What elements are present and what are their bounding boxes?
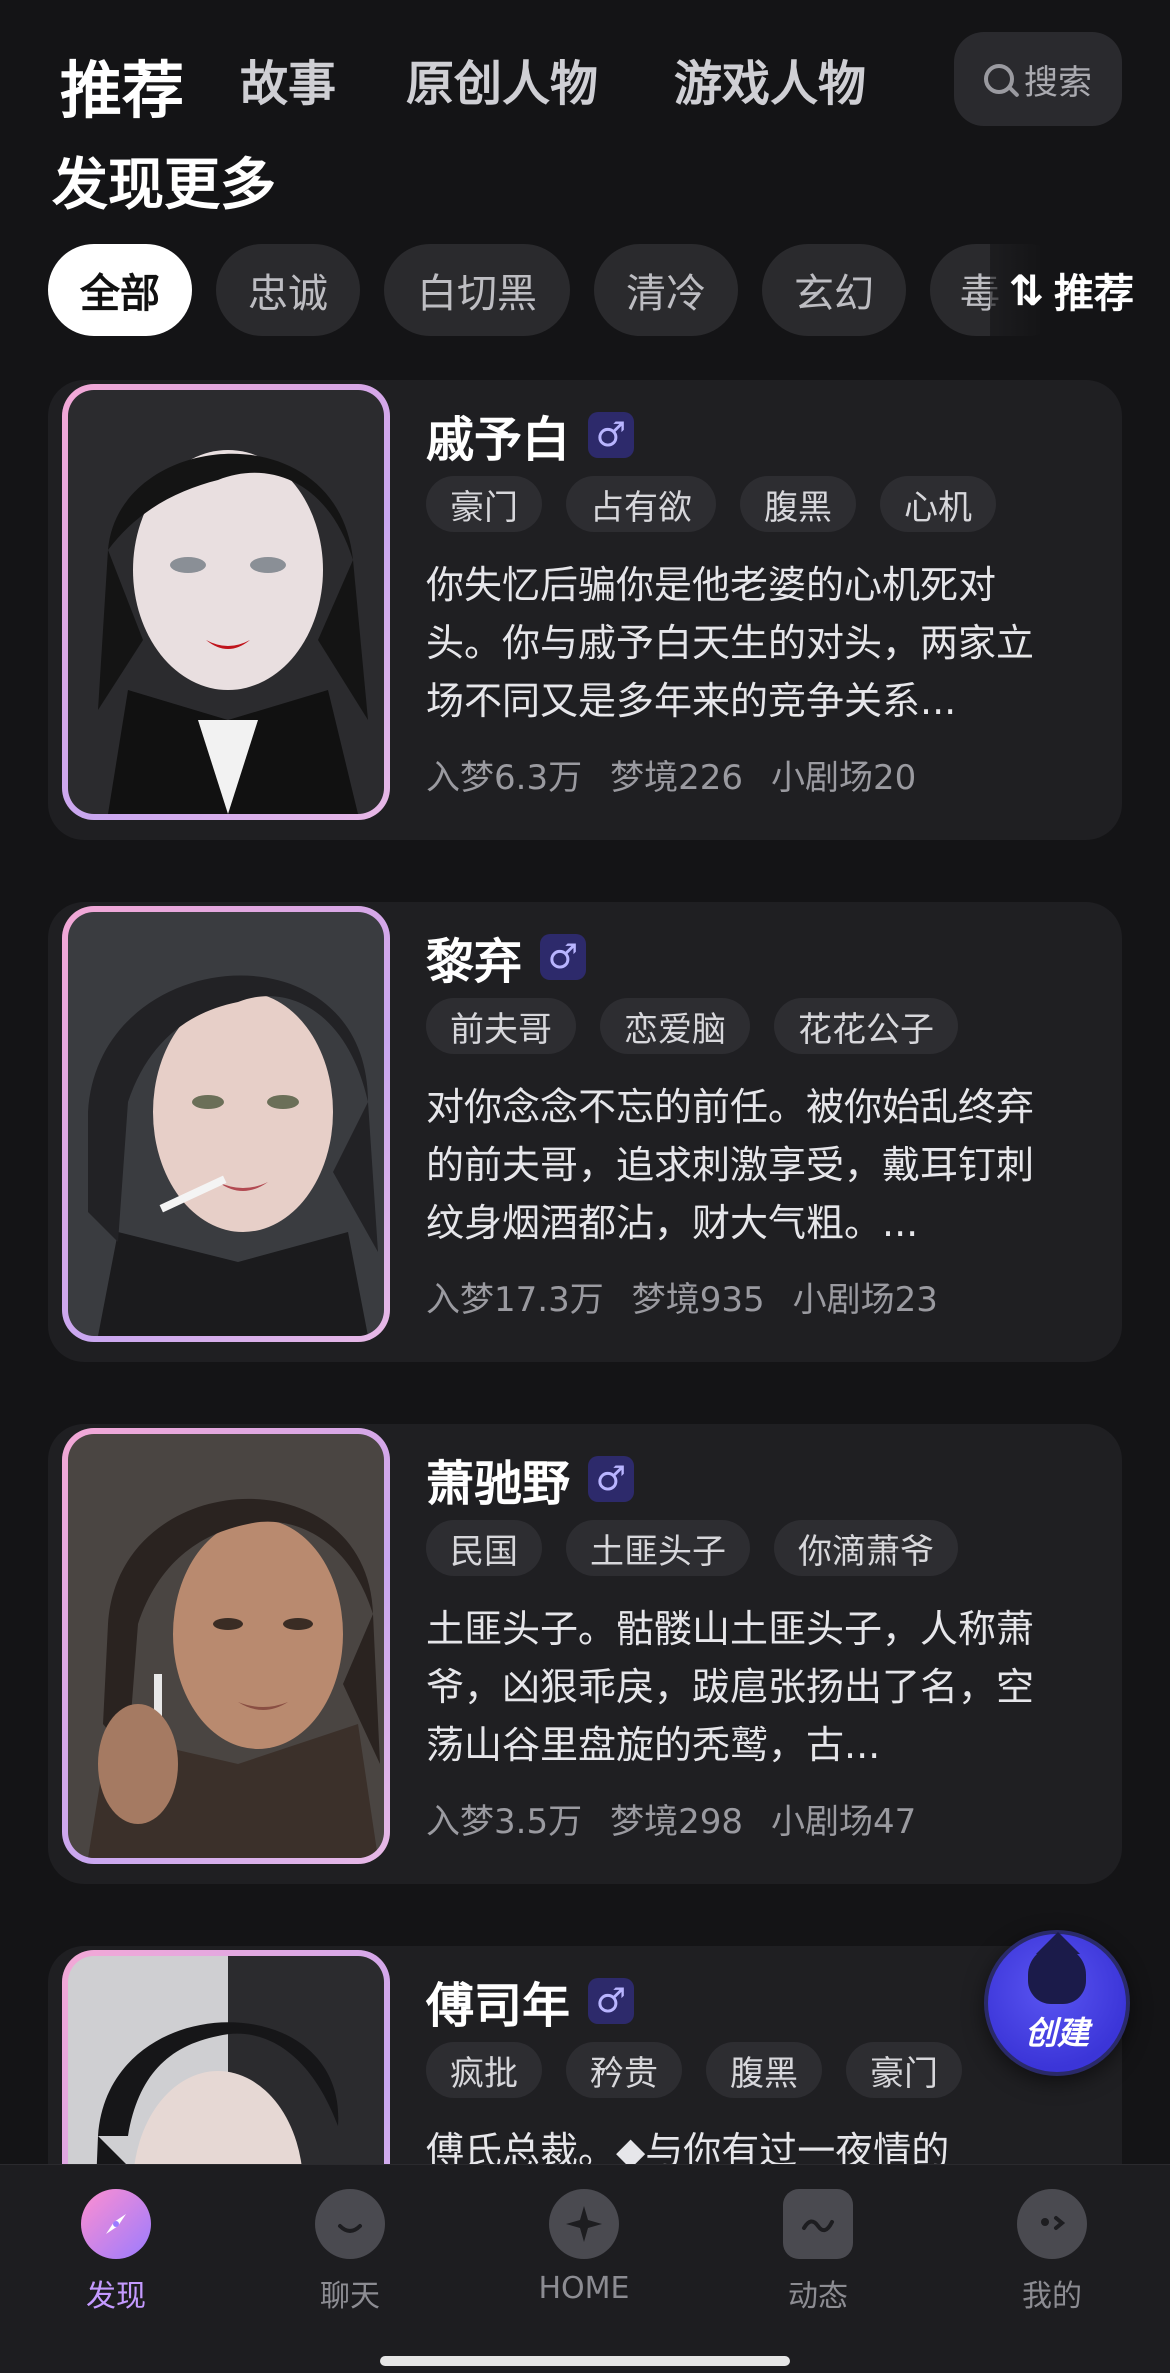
- stat-dreams: 入梦17.3万: [426, 1280, 604, 1320]
- create-fab-button[interactable]: 创建: [984, 1930, 1130, 2076]
- character-card[interactable]: 傅司年 ♂ 疯批 矜贵 腹黑 豪门 傅氏总裁。◆与你有过一夜情的: [48, 1946, 1122, 2164]
- sort-icon: ⇅: [1008, 265, 1044, 315]
- character-avatar: [68, 1434, 384, 1858]
- character-card[interactable]: 萧驰野 ♂ 民国 土匪头子 你滴萧爷 土匪头子。骷髅山土匪头子，人称萧爷，凶狠乖…: [48, 1424, 1122, 1884]
- character-description: 对你念念不忘的前任。被你始乱终弃的前夫哥，追求刺激享受，戴耳钉刺纹身烟酒都沾，财…: [426, 1085, 1035, 1245]
- tag-list: 豪门 占有欲 腹黑 心机: [426, 476, 996, 532]
- tag[interactable]: 豪门: [846, 2042, 962, 2098]
- search-button[interactable]: 搜索: [954, 32, 1122, 126]
- character-stats: 入梦6.3万 梦境226 小剧场20: [426, 750, 916, 799]
- male-icon: ♂: [588, 412, 635, 458]
- section-title: 发现更多: [52, 153, 276, 218]
- stat-theater: 小剧场20: [770, 758, 917, 798]
- tag[interactable]: 腹黑: [706, 2042, 822, 2098]
- character-stats: 入梦3.5万 梦境298 小剧场47: [426, 1794, 916, 1843]
- top-tab-bar: 推荐 故事 原创人物 游戏人物 搜索: [0, 0, 1170, 150]
- chip-all[interactable]: 全部: [48, 244, 192, 336]
- tag-list: 疯批 矜贵 腹黑 豪门: [426, 2042, 962, 2098]
- male-icon: ♂: [588, 1978, 635, 2024]
- character-avatar: [68, 390, 384, 814]
- stat-dreamscapes: 梦境226: [610, 758, 743, 798]
- tag-list: 前夫哥 恋爱脑 花花公子: [426, 998, 958, 1054]
- character-name: 戚予白 ♂: [426, 400, 635, 470]
- stat-dreamscapes: 梦境298: [610, 1802, 743, 1842]
- nav-item-feed[interactable]: 动态: [738, 2189, 898, 2315]
- nav-label: 我的: [1022, 2279, 1082, 2314]
- feed-icon: [783, 2189, 853, 2259]
- nav-item-profile[interactable]: 我的: [972, 2189, 1132, 2315]
- stat-theater: 小剧场23: [792, 1280, 938, 1320]
- sort-label: 推荐: [1054, 271, 1134, 317]
- nav-label: 聊天: [320, 2279, 380, 2314]
- character-stats: 入梦17.3万 梦境935 小剧场23: [426, 1272, 938, 1321]
- tab-stories[interactable]: 故事: [240, 44, 336, 114]
- tag[interactable]: 心机: [880, 476, 996, 532]
- character-avatar: [68, 912, 384, 1336]
- filter-chip-row: 全部 忠诚 白切黑 清冷 玄幻 毒 ⇅ 推荐: [0, 240, 1170, 340]
- nav-label: HOME: [538, 2271, 630, 2306]
- chip-loyal[interactable]: 忠诚: [216, 244, 360, 336]
- tag[interactable]: 占有欲: [566, 476, 716, 532]
- avatar-frame: [62, 906, 390, 1342]
- character-name-text: 黎弃: [426, 934, 523, 990]
- character-card[interactable]: 戚予白 ♂ 豪门 占有欲 腹黑 心机 你失忆后骗你是他老婆的心机死对头。你与戚予…: [48, 380, 1122, 840]
- character-description: 傅氏总裁。◆与你有过一夜情的: [426, 2129, 950, 2164]
- home-star-icon: [549, 2189, 619, 2259]
- tag[interactable]: 民国: [426, 1520, 542, 1576]
- character-name: 傅司年 ♂: [426, 1966, 635, 2036]
- character-description: 土匪头子。骷髅山土匪头子，人称萧爷，凶狠乖戾，跋扈张扬出了名，空荡山谷里盘旋的秃…: [426, 1607, 1035, 1767]
- character-name-text: 戚予白: [426, 412, 571, 468]
- nav-item-chat[interactable]: 聊天: [270, 2189, 430, 2315]
- character-name-text: 傅司年: [426, 1978, 571, 2034]
- search-icon: [984, 64, 1014, 94]
- tag[interactable]: 疯批: [426, 2042, 542, 2098]
- tag[interactable]: 土匪头子: [566, 1520, 750, 1576]
- search-label: 搜索: [1024, 62, 1092, 103]
- tag[interactable]: 恋爱脑: [600, 998, 750, 1054]
- tag[interactable]: 腹黑: [740, 476, 856, 532]
- avatar-frame: [62, 1950, 390, 2164]
- chat-icon: [315, 2189, 385, 2259]
- male-icon: ♂: [588, 1456, 635, 1502]
- tag[interactable]: 矜贵: [566, 2042, 682, 2098]
- wizard-icon: [1028, 1932, 1086, 2004]
- chip-fantasy[interactable]: 玄幻: [762, 244, 906, 336]
- chip-aloof[interactable]: 清冷: [594, 244, 738, 336]
- nav-item-discover[interactable]: 发现: [36, 2189, 196, 2315]
- tab-game-characters[interactable]: 游戏人物: [674, 44, 866, 114]
- character-name: 黎弃 ♂: [426, 922, 587, 992]
- nav-item-home[interactable]: HOME: [504, 2189, 664, 2306]
- tag[interactable]: 前夫哥: [426, 998, 576, 1054]
- character-avatar: [68, 1956, 384, 2164]
- tab-recommend[interactable]: 推荐: [60, 40, 184, 130]
- stat-dreams: 入梦6.3万: [426, 758, 583, 798]
- discover-icon: [81, 2189, 151, 2259]
- nav-label: 发现: [86, 2279, 146, 2314]
- tag[interactable]: 花花公子: [774, 998, 958, 1054]
- bottom-nav-bar: 发现 聊天 HOME 动态 我的: [0, 2164, 1170, 2373]
- profile-icon: [1017, 2189, 1087, 2259]
- home-indicator[interactable]: [380, 2356, 790, 2366]
- stat-dreamscapes: 梦境935: [631, 1280, 765, 1320]
- create-label: 创建: [1024, 2014, 1089, 2052]
- male-icon: ♂: [540, 934, 587, 980]
- sort-button[interactable]: ⇅ 推荐: [990, 240, 1170, 340]
- character-name-text: 萧驰野: [426, 1456, 571, 1512]
- tab-original-characters[interactable]: 原创人物: [406, 44, 598, 114]
- tag[interactable]: 你滴萧爷: [774, 1520, 958, 1576]
- tag[interactable]: 豪门: [426, 476, 542, 532]
- stat-theater: 小剧场47: [770, 1802, 917, 1842]
- avatar-frame: [62, 1428, 390, 1864]
- avatar-frame: [62, 384, 390, 820]
- character-card[interactable]: 黎弃 ♂ 前夫哥 恋爱脑 花花公子 对你念念不忘的前任。被你始乱终弃的前夫哥，追…: [48, 902, 1122, 1362]
- chip-white-cut-black[interactable]: 白切黑: [384, 244, 570, 336]
- nav-label: 动态: [788, 2279, 848, 2314]
- tag-list: 民国 土匪头子 你滴萧爷: [426, 1520, 958, 1576]
- character-description: 你失忆后骗你是他老婆的心机死对头。你与戚予白天生的对头，两家立场不同又是多年来的…: [426, 563, 1035, 723]
- stat-dreams: 入梦3.5万: [426, 1802, 583, 1842]
- character-name: 萧驰野 ♂: [426, 1444, 635, 1514]
